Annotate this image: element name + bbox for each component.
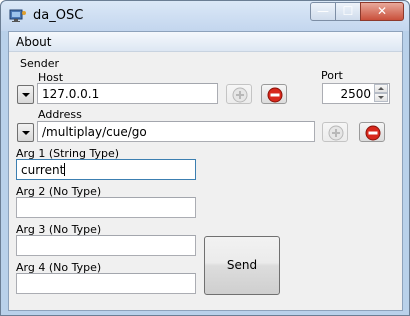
remove-icon: [267, 87, 283, 103]
menu-item-about[interactable]: About: [16, 35, 51, 49]
address-dropdown-button[interactable]: [17, 123, 34, 142]
remove-icon: [365, 125, 381, 141]
close-icon: ✕: [376, 4, 388, 18]
chevron-down-icon: [22, 131, 30, 135]
host-dropdown-button[interactable]: [17, 85, 34, 104]
add-icon: [328, 125, 344, 141]
port-increment-button[interactable]: [374, 84, 388, 93]
port-spinner[interactable]: 2500: [322, 83, 390, 104]
chevron-down-icon: [378, 96, 384, 99]
host-input[interactable]: 127.0.0.1: [37, 83, 218, 104]
port-label: Port: [321, 69, 343, 82]
arg1-value: current: [21, 163, 65, 177]
title-bar[interactable]: da_OSC — ☐ ✕: [1, 1, 409, 31]
maximize-icon: ☐: [342, 4, 354, 18]
arg1-input[interactable]: current: [16, 159, 196, 180]
remove-host-button[interactable]: [261, 84, 287, 104]
app-icon: [9, 9, 27, 23]
chevron-down-icon: [22, 93, 30, 97]
minimize-button[interactable]: —: [310, 2, 336, 21]
send-button[interactable]: Send: [204, 236, 280, 295]
sender-group-label: Sender: [20, 57, 59, 70]
minimize-icon: —: [317, 4, 329, 18]
window-title: da_OSC: [33, 8, 84, 23]
address-label: Address: [38, 108, 82, 121]
port-decrement-button[interactable]: [374, 93, 388, 102]
port-value: 2500: [340, 87, 371, 101]
close-button[interactable]: ✕: [360, 2, 404, 21]
arg2-input[interactable]: [16, 197, 196, 218]
remove-address-button[interactable]: [359, 122, 385, 142]
app-window: da_OSC — ☐ ✕ About Sender Host 127.0.0.1: [0, 0, 410, 316]
chevron-up-icon: [378, 87, 384, 90]
add-host-button[interactable]: [226, 84, 252, 104]
menu-bar: About: [9, 32, 402, 52]
client-area: About Sender Host 127.0.0.1 Port 2500 Ad…: [8, 31, 403, 311]
add-address-button[interactable]: [322, 122, 348, 142]
text-cursor: [64, 163, 66, 176]
add-icon: [232, 87, 248, 103]
arg4-input[interactable]: [16, 273, 196, 294]
address-input[interactable]: /multiplay/cue/go: [37, 121, 315, 142]
maximize-button[interactable]: ☐: [335, 2, 361, 21]
arg3-input[interactable]: [16, 235, 196, 256]
